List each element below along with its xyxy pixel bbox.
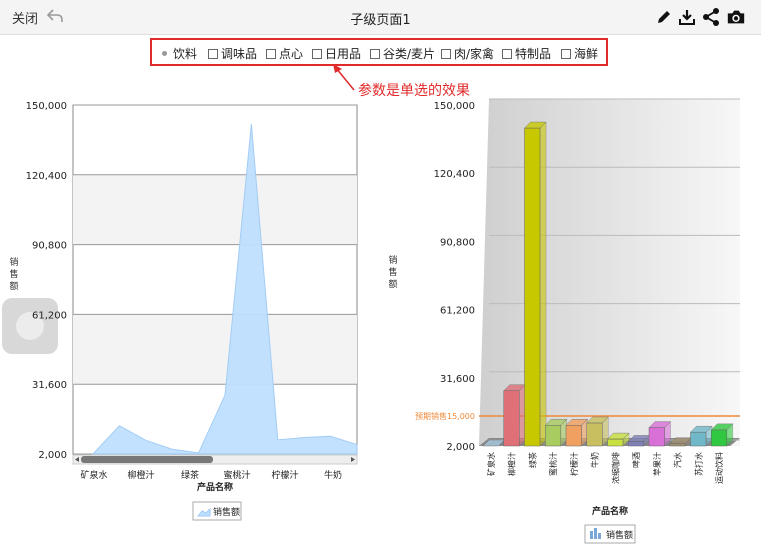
y-tick-label: 61,200 <box>440 306 475 317</box>
checkbox-icon[interactable] <box>266 48 276 59</box>
download-icon[interactable] <box>677 7 697 27</box>
y-tick-label: 90,800 <box>32 241 67 252</box>
y-tick-label: 2,000 <box>38 450 67 461</box>
filter-option-condiments[interactable]: 调味品 <box>208 45 257 62</box>
bar <box>669 443 686 447</box>
y-tick-label: 120,400 <box>434 169 475 180</box>
x-tick-label: 绿茶 <box>527 452 537 468</box>
y-tick-label: 120,400 <box>26 171 67 182</box>
checkbox-icon[interactable] <box>370 48 380 59</box>
checkbox-icon[interactable] <box>561 48 571 59</box>
y-tick-label: 31,600 <box>32 380 67 391</box>
x-tick-label: 柳橙汁 <box>127 469 154 481</box>
filter-option-meat[interactable]: 肉/家禽 <box>441 45 494 62</box>
filter-option-snacks[interactable]: 点心 <box>266 45 303 62</box>
bar <box>545 425 562 447</box>
bar <box>648 427 665 447</box>
legend-bar-icon <box>594 528 597 539</box>
y-tick-label: 2,000 <box>446 442 475 453</box>
y-tick-label: 31,600 <box>440 374 475 385</box>
bar-side <box>539 121 547 447</box>
x-tick-label: 蜜桃汁 <box>548 452 558 476</box>
checkbox-icon[interactable] <box>208 48 218 59</box>
y-tick-label: 90,800 <box>440 237 475 248</box>
filter-option-specialty[interactable]: 特制品 <box>502 45 551 62</box>
share-icon[interactable] <box>701 7 721 27</box>
bar <box>690 431 707 447</box>
camera-icon[interactable] <box>726 7 746 27</box>
plot-area <box>72 104 358 455</box>
y-axis-title: 销售额 <box>9 256 18 292</box>
bar <box>586 422 603 447</box>
x-tick-label: 柳橙汁 <box>507 452 517 476</box>
grid-band <box>73 314 357 385</box>
bar <box>503 390 520 447</box>
x-tick-label: 蜜桃汁 <box>223 469 250 481</box>
legend-label: 销售额 <box>606 529 633 541</box>
bar <box>524 127 541 447</box>
x-tick-label: 牛奶 <box>590 452 600 468</box>
x-tick-label: 苹果汁 <box>652 452 662 476</box>
x-tick-label: 啤酒 <box>631 452 641 468</box>
y-tick-label: 150,000 <box>26 101 67 112</box>
x-tick-label: 浓缩咖啡 <box>610 452 620 484</box>
y-axis-title: 销售额 <box>388 254 397 290</box>
checkbox-icon[interactable] <box>441 48 451 59</box>
scrollbar-thumb <box>81 456 213 463</box>
x-tick-label: 苏打水 <box>693 452 703 476</box>
checkbox-icon[interactable] <box>312 48 322 59</box>
x-axis-title: 产品名称 <box>197 481 233 493</box>
filter-option-cereals[interactable]: 谷类/麦片 <box>370 45 435 62</box>
legend-bar-icon <box>598 533 601 539</box>
x-tick-label: 矿泉水 <box>80 469 107 481</box>
checkbox-icon[interactable] <box>502 48 512 59</box>
radio-selected-icon[interactable] <box>162 51 167 56</box>
edit-pencil-icon[interactable] <box>654 7 674 27</box>
reference-label: 预期销售15,000 <box>415 411 475 421</box>
area-chart: 150,000 120,400 90,800 61,200 31,600 2,000 矿泉水… <box>9 101 358 521</box>
parameter-filter-bar: 饮料 调味品 点心 日用品 谷类/麦片 肉/家禽 特制品 海鲜 <box>150 38 608 66</box>
bar <box>628 441 645 447</box>
x-tick-label: 牛奶 <box>324 469 342 481</box>
filter-option-seafood[interactable]: 海鲜 <box>561 45 598 62</box>
bar <box>711 429 728 447</box>
y-tick-label: 61,200 <box>32 310 67 321</box>
page-title: 子级页面1 <box>350 13 411 28</box>
grid-band <box>73 174 357 245</box>
x-tick-label: 矿泉水 <box>486 452 496 476</box>
legend-bar-icon <box>590 531 593 539</box>
x-tick-label: 柠檬汁 <box>569 452 579 476</box>
y-tick-label: 150,000 <box>434 101 475 112</box>
x-tick-label: 柠檬汁 <box>271 469 298 481</box>
filter-option-daily-goods[interactable]: 日用品 <box>312 45 361 62</box>
bar <box>607 438 624 447</box>
bar-chart: 150,000 120,400 90,800 61,200 31,600 2,000 预期销… <box>388 98 740 544</box>
x-tick-label: 绿茶 <box>181 469 199 481</box>
bar <box>565 425 582 447</box>
top-bar: 关闭 子级页面1 <box>0 0 761 35</box>
filter-option-drinks[interactable]: 饮料 <box>158 45 197 62</box>
x-tick-label: 运动饮料 <box>714 452 724 484</box>
x-tick-label: 汽水 <box>673 452 683 468</box>
x-axis-title: 产品名称 <box>592 505 628 517</box>
legend-label: 销售额 <box>213 506 240 518</box>
